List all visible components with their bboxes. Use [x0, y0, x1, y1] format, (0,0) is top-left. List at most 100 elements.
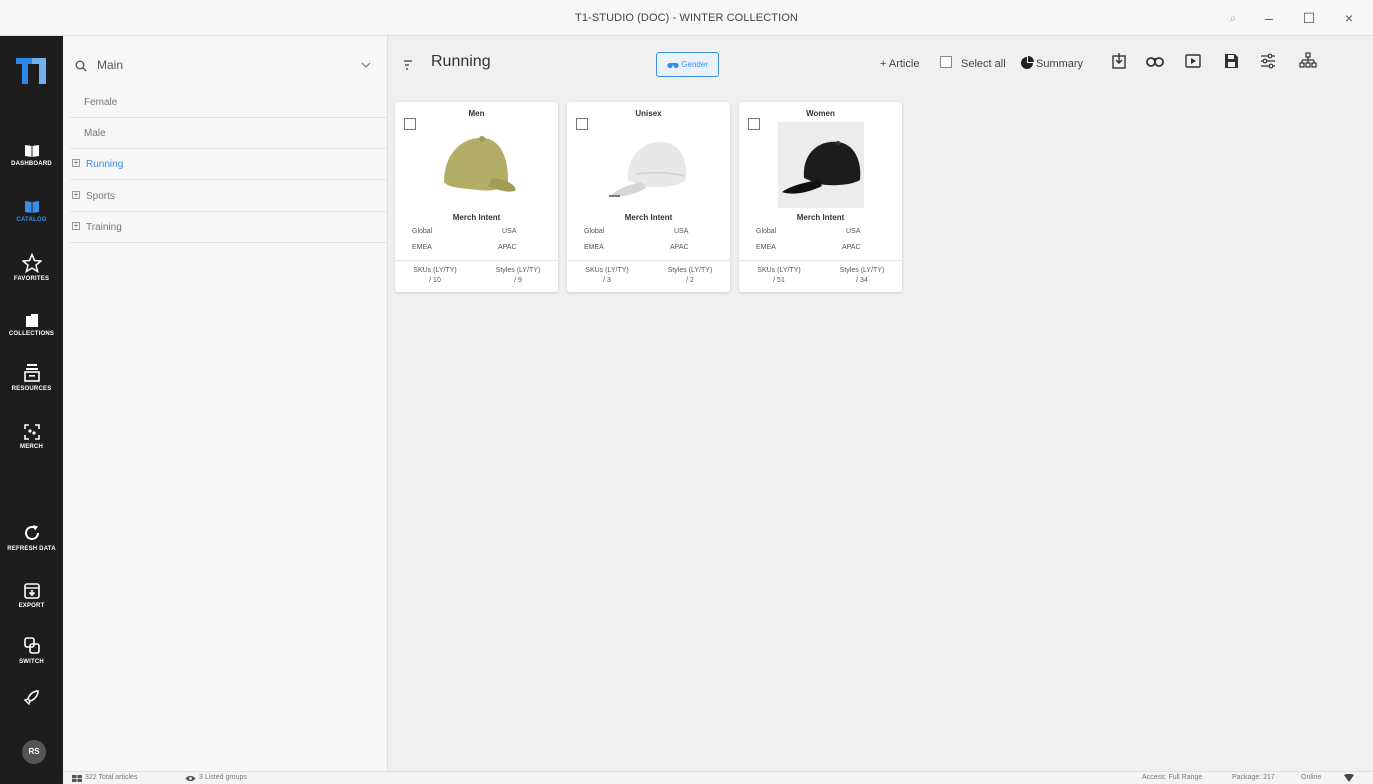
merch-intent-label: Merch Intent — [452, 213, 501, 222]
skus-stat: SKUs (LY/TY) / 51 — [744, 266, 814, 286]
group-card-women[interactable]: Women Merch Intent Global USA EMEA APAC … — [739, 102, 902, 292]
total-articles: 322 Total articles — [85, 774, 138, 781]
nav-refresh-data[interactable]: REFRESH DATA — [0, 523, 63, 552]
merch-intent-label: Merch Intent — [624, 213, 673, 222]
card-title: Men — [468, 109, 485, 118]
nav-dashboard[interactable]: DASHBOARD — [0, 143, 63, 167]
region-apac: APAC — [842, 244, 861, 251]
eye-icon — [185, 775, 196, 782]
import-icon[interactable] — [1110, 52, 1128, 70]
search-icon — [75, 60, 87, 72]
tree-search[interactable]: Main — [73, 56, 378, 76]
wifi-icon — [1344, 774, 1354, 782]
rocket-icon — [23, 690, 39, 706]
styles-value: / 34 — [856, 277, 868, 284]
card-title: Unisex — [635, 109, 662, 118]
pie-chart-icon[interactable] — [1020, 56, 1034, 70]
skus-label: SKUs (LY/TY) — [585, 267, 629, 274]
card-checkbox[interactable] — [404, 118, 416, 130]
nav-export[interactable]: EXPORT — [0, 582, 63, 609]
nav-switch-label: SWITCH — [19, 659, 44, 665]
zoom-icon[interactable]: ⌕ — [1218, 8, 1248, 28]
summary-button[interactable]: Summary — [1036, 58, 1083, 70]
close-button[interactable]: × — [1334, 8, 1364, 28]
styles-label: Styles (LY/TY) — [839, 267, 885, 274]
page-title: Running — [431, 53, 491, 70]
region-global: Global — [756, 228, 777, 235]
region-emea: EMEA — [584, 244, 604, 251]
styles-value: / 9 — [514, 277, 522, 284]
nav-catalog-label: CATALOG — [16, 217, 47, 223]
nav-resources-label: RESOURCES — [11, 386, 52, 392]
select-all-label[interactable]: Select all — [961, 58, 1006, 70]
nav-favorites-label: FAVORITES — [13, 276, 50, 282]
user-avatar[interactable]: RS — [22, 740, 46, 764]
region-usa: USA — [502, 228, 517, 235]
tree-item-sports[interactable]: + Sports — [70, 181, 388, 212]
tree-item-training[interactable]: + Training — [70, 212, 388, 243]
online-status: Online — [1301, 774, 1322, 781]
cap-image — [778, 122, 864, 208]
group-card-unisex[interactable]: Unisex Merch Intent Global USA EMEA APAC… — [567, 102, 730, 292]
book-icon — [24, 145, 39, 157]
select-all-checkbox[interactable] — [940, 56, 952, 71]
card-checkbox[interactable] — [748, 118, 760, 130]
skus-label: SKUs (LY/TY) — [757, 267, 801, 274]
skus-stat: SKUs (LY/TY) / 3 — [572, 266, 642, 286]
tree-item-male[interactable]: Male — [70, 118, 388, 149]
nav-export-label: EXPORT — [18, 603, 45, 609]
card-checkbox[interactable] — [576, 118, 588, 130]
gender-button-label: Gender — [681, 60, 708, 69]
play-icon[interactable] — [1184, 52, 1202, 70]
styles-label: Styles (LY/TY) — [667, 267, 713, 274]
nav-favorites[interactable]: FAVORITES — [0, 253, 63, 282]
region-usa: USA — [674, 228, 689, 235]
cap-image — [609, 141, 687, 197]
region-apac: APAC — [670, 244, 689, 251]
skus-label: SKUs (LY/TY) — [413, 267, 457, 274]
tree-item-running[interactable]: + Running — [70, 149, 388, 180]
skus-value: / 3 — [603, 277, 611, 284]
region-usa: USA — [846, 228, 861, 235]
listed-groups: 3 Listed groups — [199, 774, 247, 781]
tree-item-female[interactable]: Female — [70, 87, 388, 118]
maximize-button[interactable]: ☐ — [1294, 8, 1324, 28]
tree-item-label: Male — [84, 128, 106, 139]
expand-icon[interactable]: + — [72, 222, 80, 230]
search-input[interactable]: Main — [97, 58, 123, 72]
add-article-button[interactable]: + Article — [880, 58, 919, 70]
nav-merch[interactable]: MERCH — [0, 423, 63, 450]
left-nav: DASHBOARD CATALOG FAVORITES COLLECTIONS … — [0, 36, 63, 784]
minimize-button[interactable]: – — [1254, 8, 1284, 28]
expand-icon[interactable]: + — [72, 159, 80, 167]
sort-icon[interactable] — [403, 59, 413, 71]
skus-stat: SKUs (LY/TY) / 10 — [400, 266, 470, 286]
nav-resources[interactable]: RESOURCES — [0, 363, 63, 392]
styles-stat: Styles (LY/TY) / 2 — [655, 266, 725, 286]
chevron-down-icon[interactable] — [361, 62, 371, 68]
group-card-men[interactable]: Men Merch Intent Global USA EMEA APAC SK… — [395, 102, 558, 292]
hierarchy-icon[interactable] — [1299, 52, 1317, 70]
articles-icon — [72, 775, 82, 782]
binoculars-icon[interactable] — [1146, 52, 1164, 70]
main-content: Running Gender + Article Select all Summ… — [389, 36, 1373, 771]
binoculars-icon — [667, 62, 679, 69]
tree-item-label: Running — [86, 159, 124, 170]
settings-sliders-icon[interactable] — [1259, 52, 1277, 70]
nav-collections[interactable]: COLLECTIONS — [0, 314, 63, 337]
gender-button[interactable]: Gender — [656, 52, 719, 77]
cap-image — [444, 136, 516, 192]
styles-value: / 2 — [686, 277, 694, 284]
save-icon[interactable] — [1222, 52, 1240, 70]
tree-item-label: Training — [86, 222, 122, 233]
region-emea: EMEA — [412, 244, 432, 251]
merch-icon — [23, 424, 40, 440]
styles-label: Styles (LY/TY) — [495, 267, 541, 274]
folder-icon — [25, 314, 38, 327]
nav-switch[interactable]: SWITCH — [0, 636, 63, 665]
expand-icon[interactable]: + — [72, 191, 80, 199]
catalog-icon — [24, 201, 39, 213]
skus-value: / 51 — [773, 277, 785, 284]
nav-catalog[interactable]: CATALOG — [0, 199, 63, 223]
nav-rocket[interactable] — [0, 688, 63, 706]
